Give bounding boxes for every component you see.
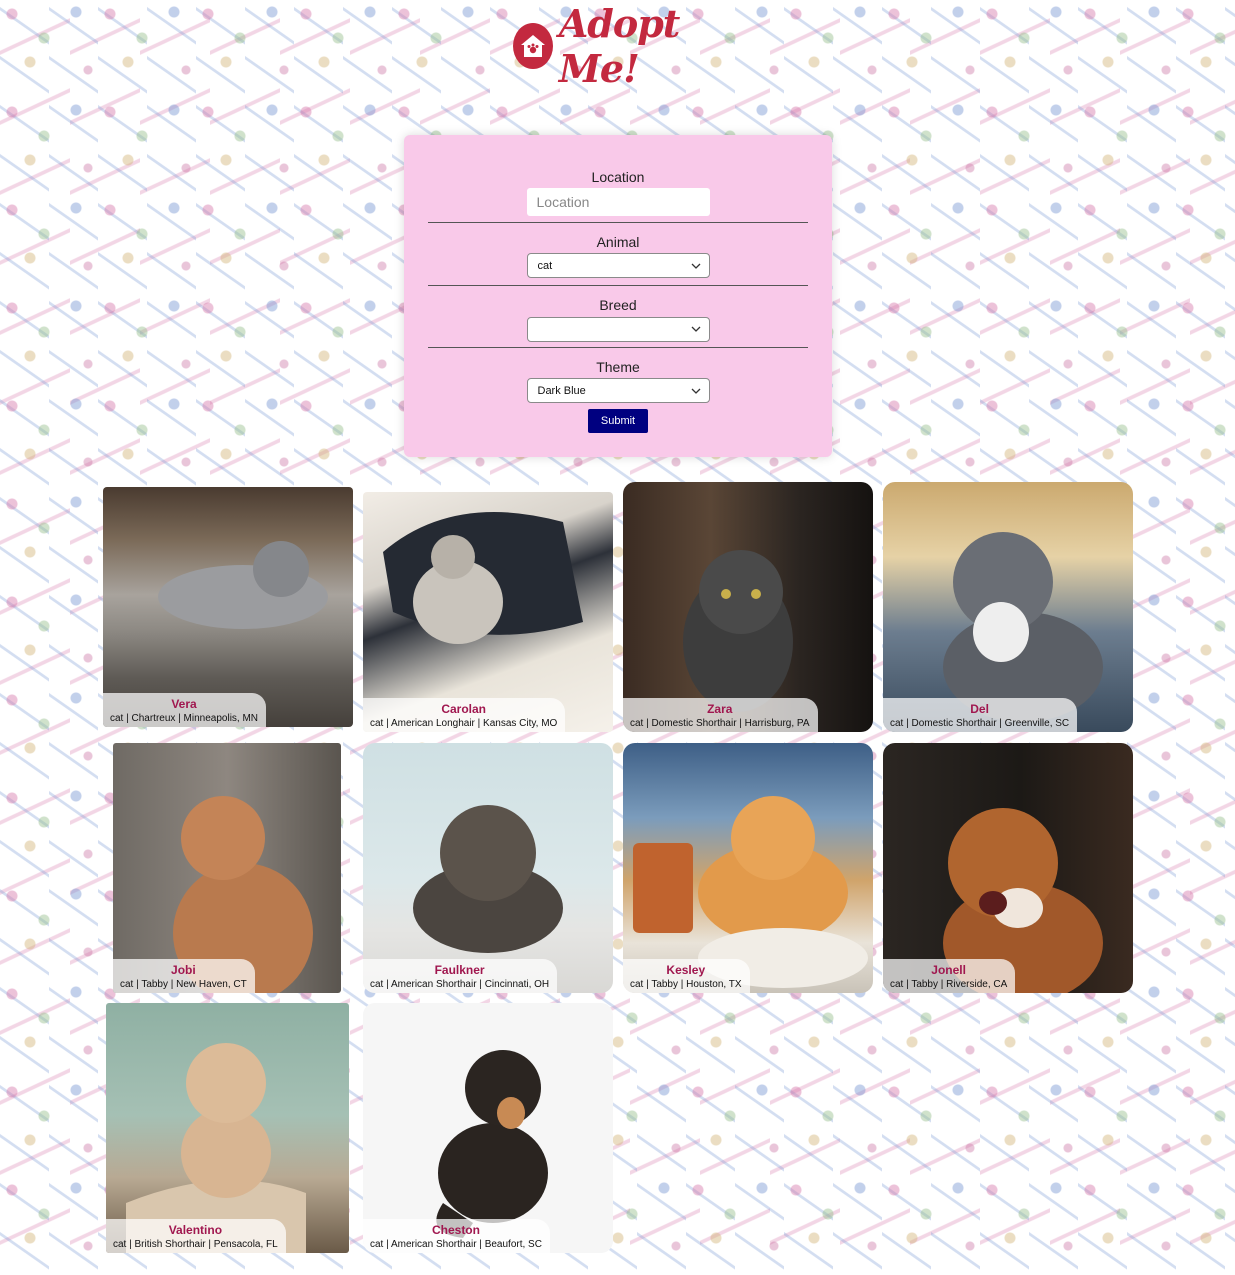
theme-select-value: Dark Blue xyxy=(537,384,586,397)
divider xyxy=(428,347,808,348)
chevron-down-icon xyxy=(691,388,700,394)
location-input[interactable] xyxy=(526,188,710,216)
pet-card-jobi[interactable]: Jobi cat | Tabby | New Haven, CT xyxy=(113,743,341,993)
divider xyxy=(428,285,808,286)
breed-label: Breed xyxy=(599,297,637,313)
pet-desc: cat | Domestic Shorthair | Harrisburg, P… xyxy=(630,718,810,729)
pet-card-valentino[interactable]: Valentino cat | British Shorthair | Pens… xyxy=(106,1003,349,1253)
pet-info: Jonell cat | Tabby | Riverside, CA xyxy=(883,959,1016,993)
pet-name: Vera xyxy=(171,697,197,711)
pet-photo xyxy=(363,492,613,732)
pet-photo xyxy=(883,743,1133,993)
search-form: Location Animal cat Breed Theme Dark Blu… xyxy=(404,135,832,457)
pet-info: Kesley cat | Tabby | Houston, TX xyxy=(623,959,750,993)
animal-select[interactable]: cat xyxy=(526,253,710,278)
logo-text: Adopt Me! xyxy=(558,1,681,91)
pet-card-vera[interactable]: Vera cat | Chartreux | Minneapolis, MN xyxy=(103,487,353,727)
chevron-down-icon xyxy=(691,263,700,269)
location-field: Location xyxy=(428,169,808,216)
pet-photo xyxy=(113,743,341,993)
pet-desc: cat | Chartreux | Minneapolis, MN xyxy=(110,713,259,724)
pet-name: Faulkner xyxy=(434,963,485,977)
animal-field: Animal cat xyxy=(428,234,808,278)
pet-name: Cheston xyxy=(431,1223,480,1237)
pet-name: Kesley xyxy=(666,963,706,977)
pet-photo xyxy=(363,1003,613,1253)
theme-label: Theme xyxy=(596,359,640,375)
location-label: Location xyxy=(591,169,645,185)
pet-card-faulkner[interactable]: Faulkner cat | American Shorthair | Cinc… xyxy=(363,743,613,993)
pet-card-zara[interactable]: Zara cat | Domestic Shorthair | Harrisbu… xyxy=(623,482,873,732)
house-paw-icon xyxy=(513,23,553,69)
theme-select[interactable]: Dark Blue xyxy=(526,378,710,403)
pet-info: Vera cat | Chartreux | Minneapolis, MN xyxy=(103,693,267,727)
animal-label: Animal xyxy=(596,234,640,250)
pet-name: Carolan xyxy=(441,702,486,716)
pet-name: Jonell xyxy=(931,963,966,977)
pet-info: Del cat | Domestic Shorthair | Greenvill… xyxy=(883,698,1078,732)
pet-desc: cat | American Shorthair | Cincinnati, O… xyxy=(370,979,550,990)
pet-name: Valentino xyxy=(168,1223,223,1237)
pet-card-del[interactable]: Del cat | Domestic Shorthair | Greenvill… xyxy=(883,482,1133,732)
pet-card-kesley[interactable]: Kesley cat | Tabby | Houston, TX xyxy=(623,743,873,993)
chevron-down-icon xyxy=(691,326,700,332)
pet-info: Faulkner cat | American Shorthair | Cinc… xyxy=(363,959,558,993)
pet-name: Jobi xyxy=(171,963,196,977)
pet-photo xyxy=(883,482,1133,732)
theme-field: Theme Dark Blue xyxy=(428,359,808,403)
pet-desc: cat | Tabby | Riverside, CA xyxy=(890,979,1008,990)
breed-select[interactable] xyxy=(526,316,710,342)
pet-info: Carolan cat | American Longhair | Kansas… xyxy=(363,698,566,732)
pet-card-carolan[interactable]: Carolan cat | American Longhair | Kansas… xyxy=(363,492,613,732)
pet-info: Valentino cat | British Shorthair | Pens… xyxy=(106,1219,286,1253)
pet-desc: cat | Tabby | New Haven, CT xyxy=(120,979,247,990)
pet-card-jonell[interactable]: Jonell cat | Tabby | Riverside, CA xyxy=(883,743,1133,993)
pet-desc: cat | American Longhair | Kansas City, M… xyxy=(370,718,558,729)
pet-name: Del xyxy=(970,702,989,716)
pet-desc: cat | British Shorthair | Pensacola, FL xyxy=(113,1239,278,1250)
pet-photo xyxy=(103,487,353,727)
pet-info: Zara cat | Domestic Shorthair | Harrisbu… xyxy=(623,698,818,732)
pet-photo xyxy=(623,743,873,993)
pet-desc: cat | Tabby | Houston, TX xyxy=(630,979,742,990)
submit-button[interactable]: Submit xyxy=(588,409,648,433)
pet-card-cheston[interactable]: Cheston cat | American Shorthair | Beauf… xyxy=(363,1003,613,1253)
divider xyxy=(428,222,808,223)
pet-photo xyxy=(363,743,613,993)
pet-desc: cat | American Shorthair | Beaufort, SC xyxy=(370,1239,542,1250)
pet-info: Cheston cat | American Shorthair | Beauf… xyxy=(363,1219,550,1253)
adopt-me-logo[interactable]: Adopt Me! xyxy=(513,1,743,91)
pet-desc: cat | Domestic Shorthair | Greenville, S… xyxy=(890,718,1070,729)
breed-field: Breed xyxy=(428,297,808,342)
animal-select-value: cat xyxy=(537,259,553,272)
pet-photo xyxy=(106,1003,349,1253)
pet-photo xyxy=(623,482,873,732)
pet-name: Zara xyxy=(707,702,733,716)
pet-info: Jobi cat | Tabby | New Haven, CT xyxy=(113,959,255,993)
